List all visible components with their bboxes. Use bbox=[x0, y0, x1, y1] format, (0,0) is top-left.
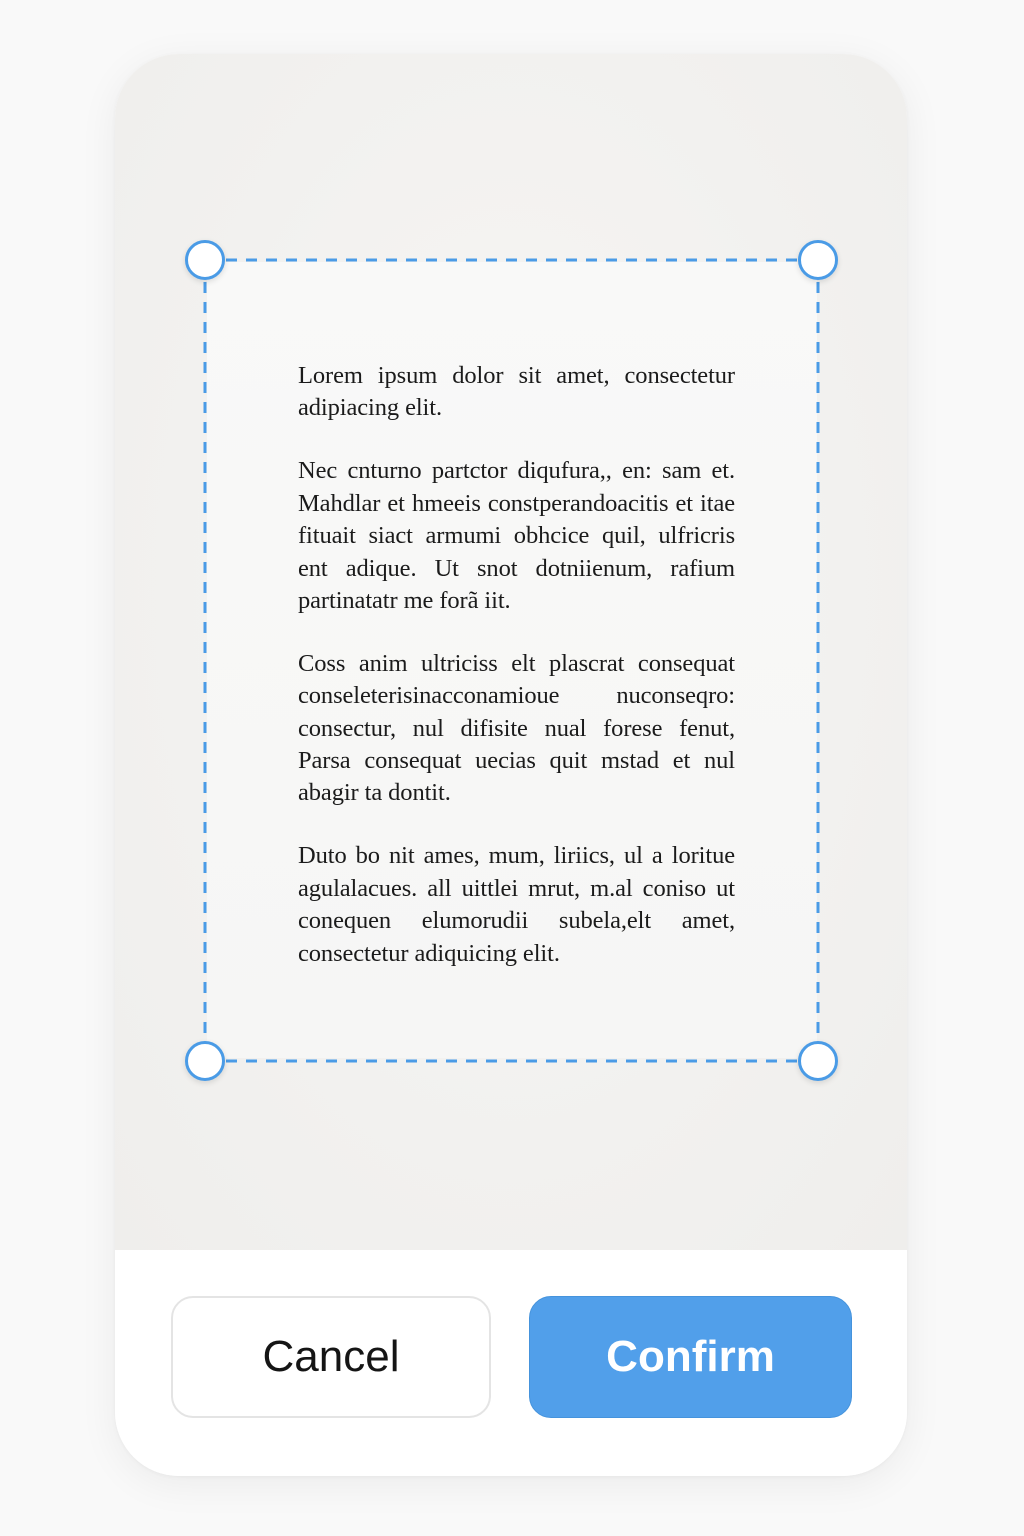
cancel-button[interactable]: Cancel bbox=[171, 1296, 491, 1418]
cancel-button-label: Cancel bbox=[262, 1332, 400, 1381]
crop-frame[interactable] bbox=[115, 54, 907, 1250]
crop-dialog-card: Lorem ipsum dolor sit amet, consectetur … bbox=[115, 54, 907, 1476]
crop-handle-bottom-right[interactable] bbox=[798, 1041, 838, 1081]
action-bar: Cancel Confirm bbox=[115, 1250, 907, 1476]
crop-handle-top-left[interactable] bbox=[185, 240, 225, 280]
confirm-button-label: Confirm bbox=[606, 1332, 775, 1381]
document-preview-area: Lorem ipsum dolor sit amet, consectetur … bbox=[115, 54, 907, 1250]
confirm-button[interactable]: Confirm bbox=[529, 1296, 852, 1418]
crop-handle-top-right[interactable] bbox=[798, 240, 838, 280]
crop-handle-bottom-left[interactable] bbox=[185, 1041, 225, 1081]
